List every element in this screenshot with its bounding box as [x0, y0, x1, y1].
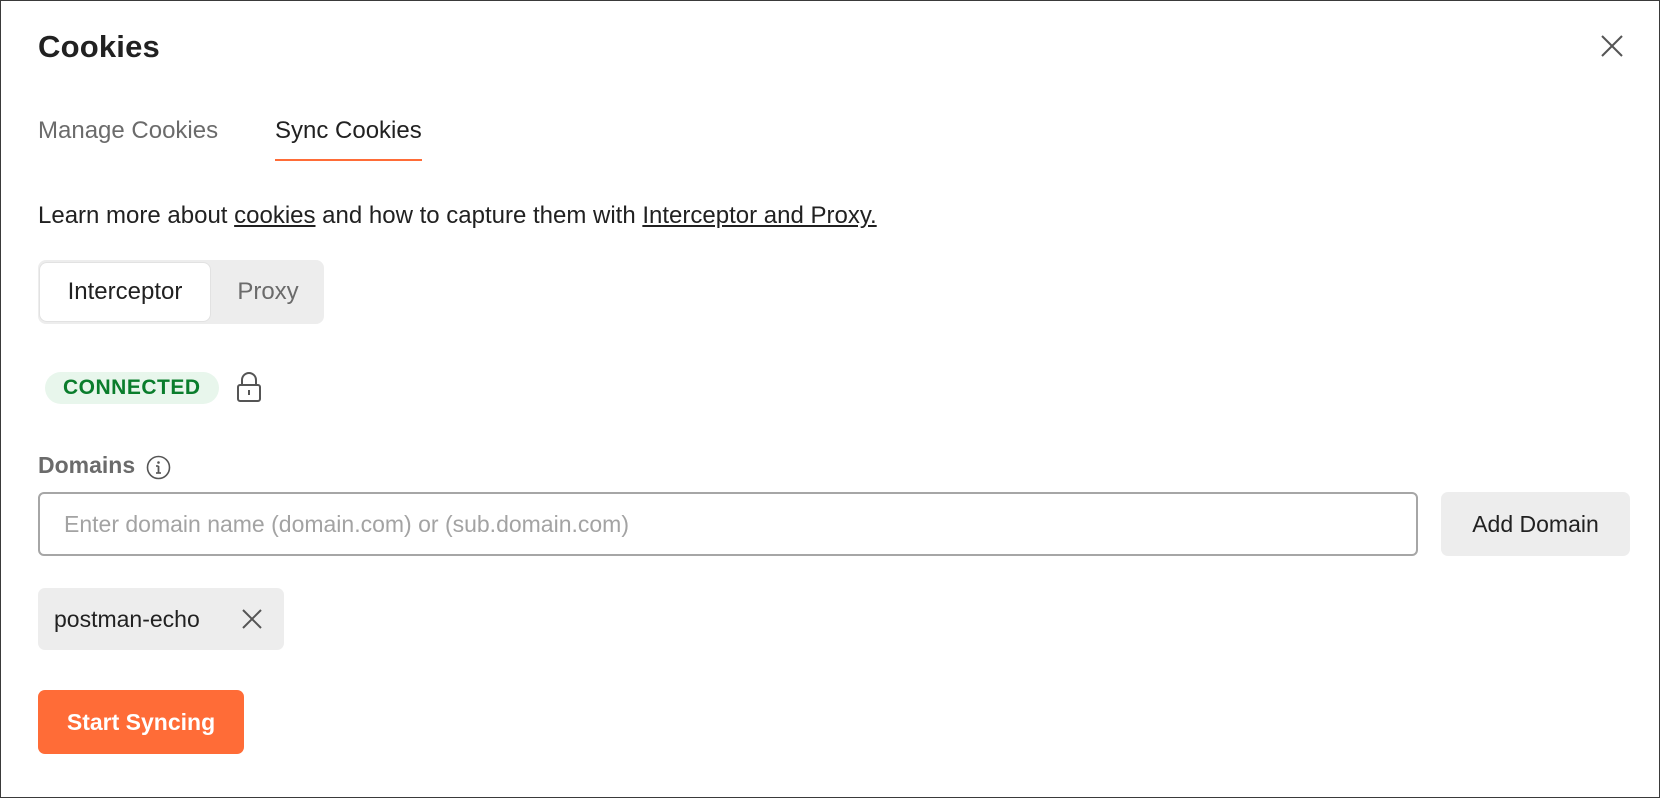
lock-icon[interactable]	[235, 371, 263, 403]
interceptor-proxy-link[interactable]: Interceptor and Proxy.	[642, 202, 876, 229]
domains-label: Domains	[38, 452, 136, 478]
close-button[interactable]	[1597, 31, 1627, 61]
cookies-dialog: Cookies Manage Cookies Sync Cookies Lear…	[0, 0, 1660, 798]
mode-option-interceptor[interactable]: Interceptor	[40, 263, 210, 321]
tab-sync-cookies[interactable]: Sync Cookies	[275, 117, 422, 161]
mode-toggle: Interceptor Proxy	[38, 260, 324, 324]
connected-status-badge: CONNECTED	[45, 372, 219, 404]
learn-more-prefix: Learn more about	[38, 202, 235, 229]
cookies-link[interactable]: cookies	[234, 202, 315, 229]
close-icon	[242, 609, 262, 629]
dialog-title: Cookies	[38, 29, 160, 64]
domain-chip: postman-echo	[38, 588, 284, 650]
close-icon	[1601, 35, 1623, 57]
start-syncing-button[interactable]: Start Syncing	[38, 690, 244, 754]
domain-input[interactable]	[38, 492, 1418, 556]
add-domain-button[interactable]: Add Domain	[1441, 492, 1630, 556]
learn-more-middle: and how to capture them with	[315, 202, 643, 229]
info-icon[interactable]	[146, 455, 171, 480]
tab-manage-cookies[interactable]: Manage Cookies	[38, 117, 218, 159]
mode-option-proxy[interactable]: Proxy	[216, 263, 320, 321]
domain-chip-label: postman-echo	[54, 606, 200, 632]
learn-more-text: Learn more about cookies and how to capt…	[38, 202, 877, 230]
remove-domain-button[interactable]	[240, 607, 264, 631]
